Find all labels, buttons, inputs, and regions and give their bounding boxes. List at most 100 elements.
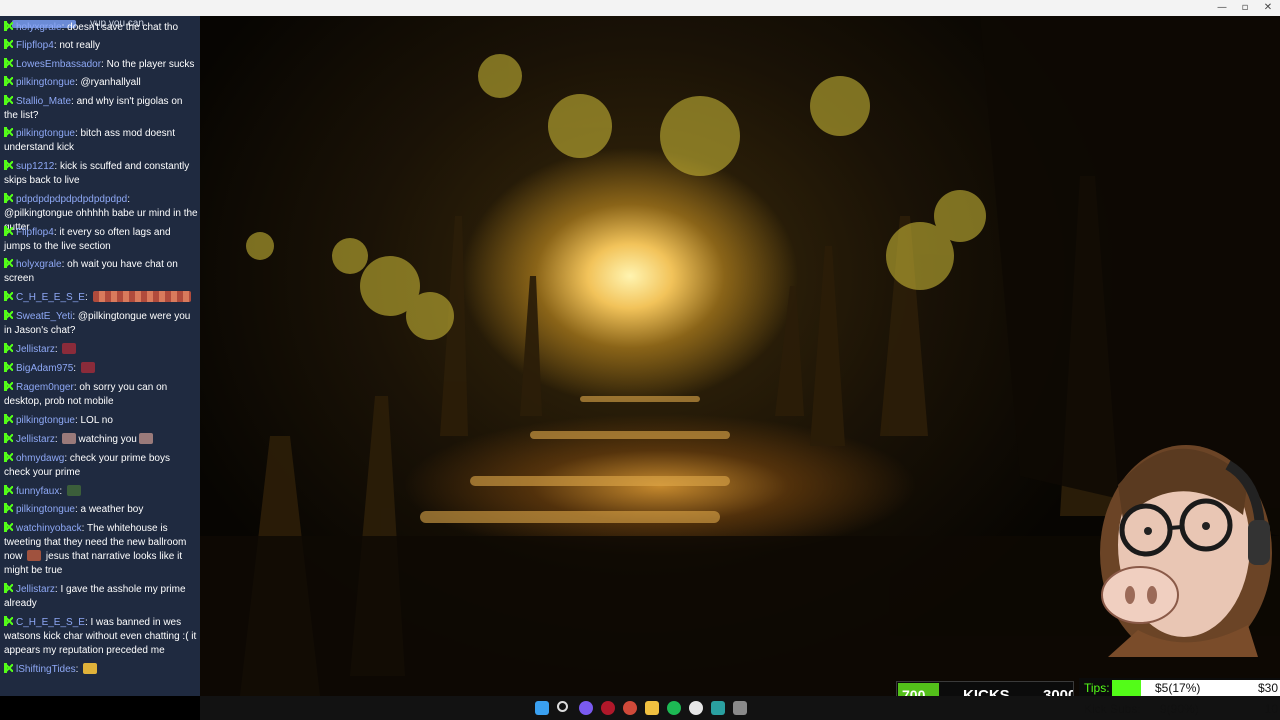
chat-username[interactable]: sup1212	[16, 161, 54, 172]
chat-text: @ryanhallyall	[80, 77, 141, 88]
chat-text: LOL no	[80, 415, 113, 426]
chat-username[interactable]: BigAdam975	[16, 363, 73, 374]
chat-message: holyxgrale: doesn't save the chat tho	[4, 21, 198, 35]
app-icon-5[interactable]	[733, 701, 747, 715]
chat-username[interactable]: C_H_E_E_S_E	[16, 292, 85, 303]
kick-badge-icon	[4, 522, 13, 532]
chat-message: pilkingtongue: a weather boy	[4, 503, 198, 517]
chat-username[interactable]: Ragem0nger	[16, 382, 74, 393]
chat-message: Flipflop4: not really	[4, 39, 198, 53]
chat-message: Jellistarz: I gave the asshole my prime …	[4, 583, 186, 609]
chat-username[interactable]: ohmydawg	[16, 453, 64, 464]
window-title-bar: — ▫ ✕	[0, 0, 1280, 16]
chat-username[interactable]: Stallio_Mate	[16, 96, 71, 107]
spotify-icon[interactable]	[667, 701, 681, 715]
kick-badge-icon	[4, 452, 13, 462]
chat-message: Stallio_Mate: and why isn't pigolas on t…	[4, 95, 183, 121]
chat-text: not really	[59, 40, 100, 51]
webcam-avatar	[1078, 425, 1280, 661]
kick-badge-icon	[4, 95, 13, 105]
chat-message: C_H_E_E_S_E: I was banned in wes watsons…	[4, 616, 197, 656]
chat-message: pilkingtongue: bitch ass mod doesnt unde…	[4, 127, 175, 153]
chat-message: SweatE_Yeti: @pilkingtongue were you in …	[4, 310, 191, 336]
chat-message: Jellistarz:	[4, 343, 198, 357]
chat-username[interactable]: funnyfaux	[16, 486, 59, 497]
chat-username[interactable]: watchinyoback	[16, 523, 82, 534]
app-icon-2[interactable]	[601, 701, 615, 715]
emote-icon	[83, 663, 98, 674]
chat-message: funnyfaux:	[4, 485, 198, 499]
kick-badge-icon	[4, 258, 13, 268]
subs-value: 9(90%)	[1160, 702, 1199, 716]
chat-username[interactable]: Jellistarz	[16, 344, 55, 355]
xbox-icon[interactable]	[689, 701, 703, 715]
kick-badge-icon	[4, 226, 13, 236]
kick-badge-icon	[4, 193, 13, 203]
emote-icon	[138, 433, 153, 444]
kick-badge-icon	[4, 381, 13, 391]
emote-icon	[62, 433, 77, 444]
chat-username[interactable]: holyxgrale	[16, 22, 62, 33]
chat-username[interactable]: holyxgrale	[16, 259, 62, 270]
minimize-button[interactable]: —	[1211, 0, 1233, 16]
emote-icon	[66, 485, 81, 496]
chat-username[interactable]: pilkingtongue	[16, 77, 75, 88]
chat-text: doesn't save the chat tho	[67, 22, 179, 33]
chat-message: sup1212: kick is scuffed and constantly …	[4, 160, 190, 186]
chat-username[interactable]: pilkingtongue	[16, 415, 75, 426]
app-icon-3[interactable]	[623, 701, 637, 715]
chat-message: LowesEmbassador: No the player sucks	[4, 58, 198, 72]
chat-message: ohmydawg: check your prime boys check yo…	[4, 452, 170, 478]
chat-message: C_H_E_E_S_E:	[4, 291, 198, 305]
chat-username[interactable]: Jellistarz	[16, 434, 55, 445]
chat-username[interactable]: pilkingtongue	[16, 128, 75, 139]
kick-badge-icon	[4, 160, 13, 170]
kick-badge-icon	[4, 39, 13, 49]
kick-badge-icon	[4, 76, 13, 86]
chat-message: Flipflop4: it every so often lags and ju…	[4, 226, 171, 252]
tips-goal: $30	[1257, 681, 1278, 695]
chat-username[interactable]: pdpdpdpdpdpdpdpdpdpd	[16, 194, 127, 205]
chat-username[interactable]: Flipflop4	[16, 227, 54, 238]
kick-badge-icon	[4, 433, 13, 443]
kick-badge-icon	[4, 485, 13, 495]
emote-icon	[80, 362, 95, 373]
chat-username[interactable]: pilkingtongue	[16, 504, 75, 515]
folder-icon[interactable]	[645, 701, 659, 715]
kick-badge-icon	[4, 663, 13, 673]
chat-username[interactable]: SweatE_Yeti	[16, 311, 72, 322]
app-icon-1[interactable]	[579, 701, 593, 715]
emote-icon	[62, 343, 77, 354]
kick-badge-icon	[4, 127, 13, 137]
chat-panel: yup you can holyxgrale: doesn't save the…	[0, 16, 200, 696]
subs-goal: 10	[1264, 702, 1278, 716]
chat-message: lShiftingTides:	[4, 663, 198, 677]
kick-badge-icon	[4, 616, 13, 626]
chat-message: pilkingtongue: LOL no	[4, 414, 198, 428]
app-icon-4[interactable]	[711, 701, 725, 715]
chat-text: a weather boy	[80, 504, 144, 515]
chat-username[interactable]: Flipflop4	[16, 40, 54, 51]
kick-badge-icon	[4, 583, 13, 593]
start-icon[interactable]	[535, 701, 549, 715]
emote-icon	[27, 550, 42, 561]
chat-username[interactable]: LowesEmbassador	[16, 59, 101, 70]
chat-message: Ragem0nger: oh sorry you can on desktop,…	[4, 381, 168, 407]
chat-message: Jellistarz: watching you	[4, 433, 198, 447]
kick-badge-icon	[4, 362, 13, 372]
tips-fill	[1112, 680, 1141, 697]
chat-username[interactable]: C_H_E_E_S_E	[16, 617, 85, 628]
kick-badge-icon	[4, 58, 13, 68]
search-icon[interactable]	[557, 701, 568, 712]
screen: — ▫ ✕ yup you can holyxgrale: doesn't sa…	[0, 0, 1280, 720]
close-button[interactable]: ✕	[1257, 0, 1279, 16]
chat-message: watchinyoback: The whitehouse is tweetin…	[4, 522, 187, 576]
chat-username[interactable]: Jellistarz	[16, 584, 55, 595]
maximize-button[interactable]: ▫	[1234, 0, 1256, 16]
subs-label: Kick Subs:	[1084, 702, 1141, 716]
chat-message: BigAdam975:	[4, 362, 198, 376]
chat-username[interactable]: lShiftingTides	[16, 664, 76, 675]
kick-badge-icon	[4, 503, 13, 513]
kick-badge-icon	[4, 343, 13, 353]
chat-message: pilkingtongue: @ryanhallyall	[4, 76, 198, 90]
